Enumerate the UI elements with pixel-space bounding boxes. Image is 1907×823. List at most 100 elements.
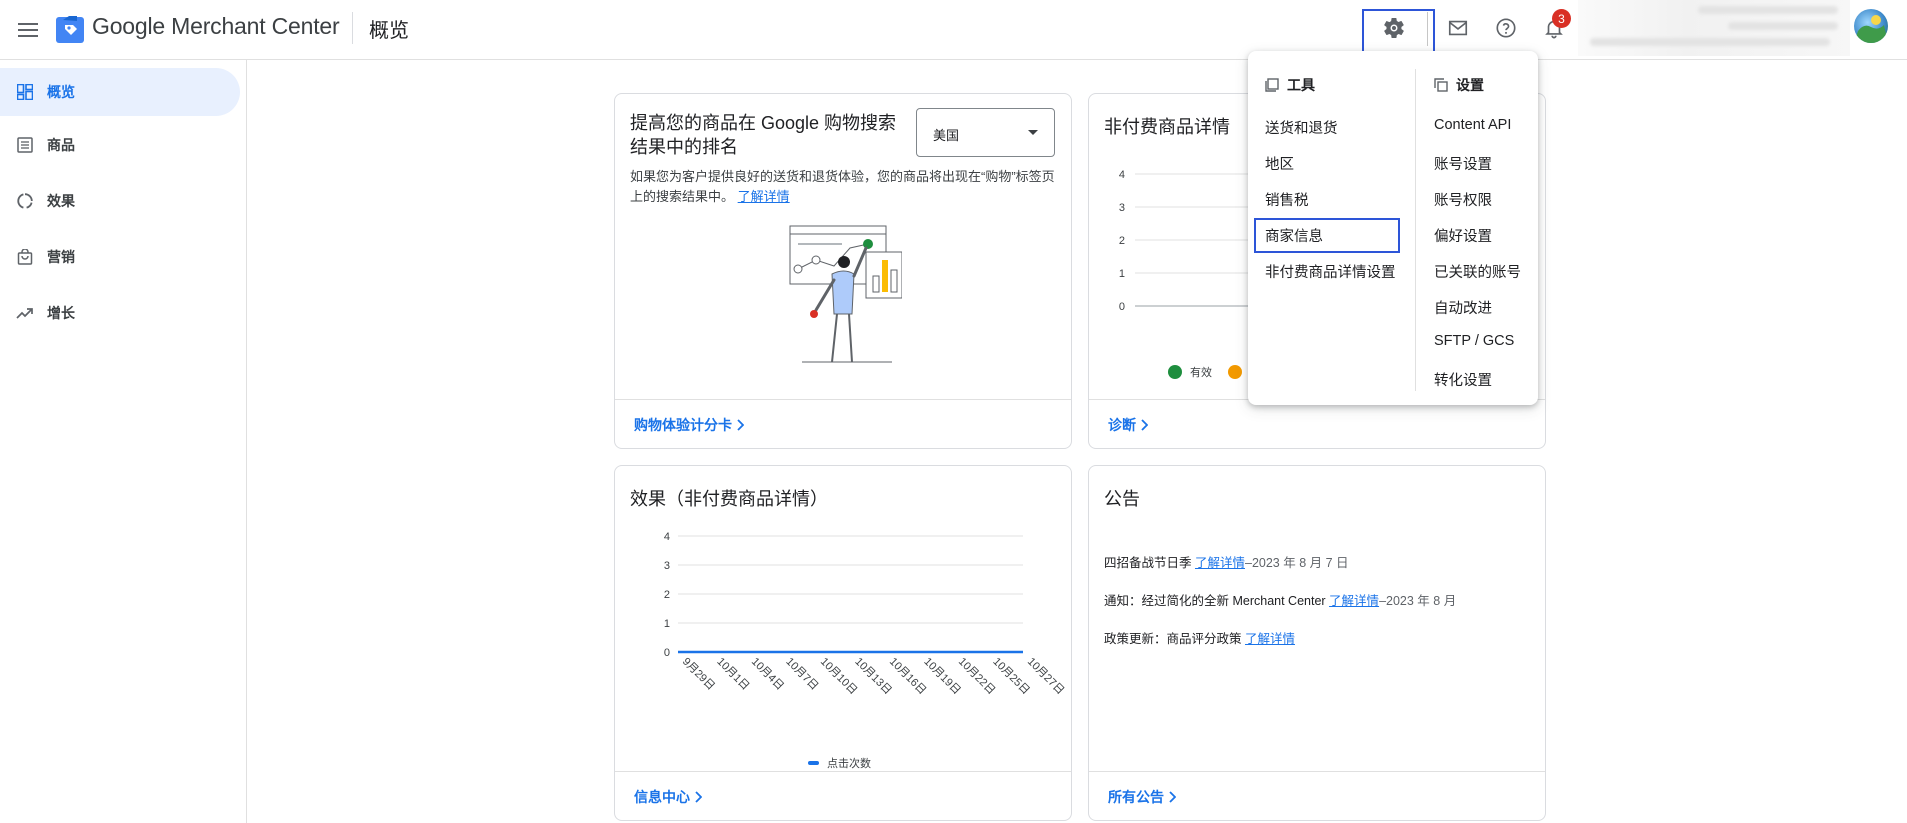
menu-item-conversion-settings[interactable]: 转化设置 <box>1434 369 1492 390</box>
main-menu-icon[interactable] <box>12 14 44 46</box>
sidebar-item-marketing[interactable]: 营销 <box>0 233 240 281</box>
performance-card: 效果（非付费商品详情） 0 1 2 3 4 9月29日 10月1日 10月4日 10月7日 10月… <box>614 465 1072 821</box>
settings-copy-icon <box>1434 78 1448 92</box>
menu-item-sftp-gcs[interactable]: SFTP / GCS <box>1434 333 1514 349</box>
dashboard-link[interactable]: 信息中心 <box>634 787 702 807</box>
trending-up-icon <box>16 304 34 322</box>
menu-item-auto-improvements[interactable]: 自动改进 <box>1434 297 1492 318</box>
chevron-right-icon <box>737 419 744 431</box>
y-tick: 4 <box>1119 169 1125 181</box>
top-app-bar: Google Merchant Center 概览 3 <box>0 0 1907 60</box>
footer-link-label: 购物体验计分卡 <box>634 417 732 433</box>
settings-heading-label: 设置 <box>1456 77 1484 93</box>
menu-item-shipping-returns[interactable]: 送货和退货 <box>1265 117 1338 138</box>
account-info-blurred[interactable] <box>1578 0 1850 56</box>
help-icon[interactable] <box>1492 14 1520 42</box>
sidebar-nav: 概览 商品 效果 营销 增长 <box>0 60 247 823</box>
legend-label: 有效 <box>1190 367 1212 379</box>
header-divider <box>352 12 353 44</box>
card-footer: 信息中心 <box>615 771 1071 820</box>
announcement-link[interactable]: 了解详情 <box>1329 594 1379 608</box>
card-description: 如果您为客户提供良好的送货和退货体验，您的商品将出现在“购物”标签页上的搜索结果… <box>630 167 1060 207</box>
x-tick-label: 10月13日 <box>852 656 893 697</box>
announcement-item: 政策更新：商品评分政策 了解详情 <box>1104 628 1295 647</box>
sidebar-item-label: 商品 <box>47 137 75 153</box>
y-tick-label: 4 <box>664 531 670 543</box>
menu-item-content-api[interactable]: Content API <box>1434 117 1511 133</box>
dashboard-icon <box>16 83 34 101</box>
all-announcements-link[interactable]: 所有公告 <box>1108 787 1176 807</box>
card-title: 提高您的商品在 Google 购物搜索结果中的排名 <box>630 113 897 157</box>
sidebar-item-label: 概览 <box>47 84 75 100</box>
x-tick-label: 10月27日 <box>1025 656 1066 697</box>
announcements-card: 公告 四招备战节日季 了解详情–2023 年 8 月 7 日 通知：经过简化的全… <box>1088 465 1546 821</box>
menu-item-regions[interactable]: 地区 <box>1265 153 1294 174</box>
listings-chart: 4 3 2 1 0 <box>1119 169 1259 313</box>
illustration-image <box>782 224 903 364</box>
legend-swatch-clicks <box>808 761 819 765</box>
card-title: 效果（非付费商品详情） <box>630 489 828 509</box>
gear-icon[interactable] <box>1380 14 1408 42</box>
toolbar-divider <box>1427 12 1428 46</box>
menu-item-business-info[interactable]: 商家信息 <box>1265 225 1323 246</box>
diagnostics-link[interactable]: 诊断 <box>1108 415 1148 435</box>
menu-item-account-access[interactable]: 账号权限 <box>1434 189 1492 210</box>
y-tick-label: 3 <box>664 560 670 572</box>
scorecard-link[interactable]: 购物体验计分卡 <box>634 415 744 435</box>
sidebar-item-overview[interactable]: 概览 <box>0 68 240 116</box>
x-tick-label: 10月16日 <box>887 656 928 697</box>
card-title: 公告 <box>1104 489 1140 509</box>
menu-item-free-listings-settings[interactable]: 非付费商品详情设置 <box>1265 261 1396 282</box>
announcement-item: 通知：经过简化的全新 Merchant Center 了解详情–2023 年 8… <box>1104 590 1456 609</box>
chevron-right-icon <box>695 791 702 803</box>
x-tick-label: 10月19日 <box>921 656 962 697</box>
tools-icon <box>1265 78 1279 92</box>
sidebar-item-performance[interactable]: 效果 <box>0 177 240 225</box>
sidebar-item-label: 增长 <box>47 305 75 321</box>
y-tick-label: 2 <box>664 589 670 601</box>
menu-column-divider <box>1415 69 1416 391</box>
legend-dot-valid <box>1168 365 1182 379</box>
card-footer: 购物体验计分卡 <box>615 399 1071 448</box>
bag-icon <box>16 248 34 266</box>
announcement-text: 四招备战节日季 <box>1104 556 1195 570</box>
card-title: 非付费商品详情 <box>1104 117 1230 137</box>
account-avatar[interactable] <box>1854 9 1888 43</box>
settings-heading: 设置 <box>1434 75 1484 95</box>
x-tick-label: 10月22日 <box>956 656 997 697</box>
learn-more-link[interactable]: 了解详情 <box>738 189 790 204</box>
announcement-link[interactable]: 了解详情 <box>1195 556 1245 570</box>
menu-item-sales-tax[interactable]: 销售税 <box>1265 189 1309 210</box>
announcement-text: 通知：经过简化的全新 Merchant Center <box>1104 594 1330 608</box>
app-name[interactable]: Google Merchant Center <box>92 13 340 40</box>
legend-clicks: 点击次数 <box>808 755 871 771</box>
sidebar-item-growth[interactable]: 增长 <box>0 289 240 337</box>
announcement-link[interactable]: 了解详情 <box>1245 632 1295 646</box>
menu-item-linked-accounts[interactable]: 已关联的账号 <box>1434 261 1521 282</box>
footer-link-label: 诊断 <box>1108 417 1136 433</box>
y-tick-label: 1 <box>664 618 670 630</box>
legend-dot-orange <box>1228 365 1242 379</box>
legend-label: 点击次数 <box>827 758 871 770</box>
country-select[interactable]: 美国 <box>916 108 1055 157</box>
performance-chart: 012349月29日10月1日10月4日10月7日10月10日10月13日10月… <box>664 531 1066 697</box>
x-tick-label: 10月7日 <box>783 656 820 693</box>
x-tick-label: 10月4日 <box>749 656 786 693</box>
sidebar-item-products[interactable]: 商品 <box>0 121 240 169</box>
y-tick: 0 <box>1119 301 1125 313</box>
menu-item-account-settings[interactable]: 账号设置 <box>1434 153 1492 174</box>
tools-heading: 工具 <box>1265 75 1315 95</box>
x-tick-label: 10月25日 <box>990 656 1031 697</box>
mail-icon[interactable] <box>1444 14 1472 42</box>
x-tick-label: 9月29日 <box>680 656 717 693</box>
y-tick-label: 0 <box>664 647 670 659</box>
announcement-text: 政策更新：商品评分政策 <box>1104 632 1245 646</box>
announcement-date: –2023 年 8 月 7 日 <box>1245 556 1349 570</box>
announcement-item: 四招备战节日季 了解详情–2023 年 8 月 7 日 <box>1104 552 1349 571</box>
tools-heading-label: 工具 <box>1287 77 1315 93</box>
menu-item-preferences[interactable]: 偏好设置 <box>1434 225 1492 246</box>
country-select-value: 美国 <box>933 128 960 143</box>
chevron-right-icon <box>1141 419 1148 431</box>
y-tick: 1 <box>1119 268 1125 280</box>
card-footer: 诊断 <box>1089 399 1545 448</box>
